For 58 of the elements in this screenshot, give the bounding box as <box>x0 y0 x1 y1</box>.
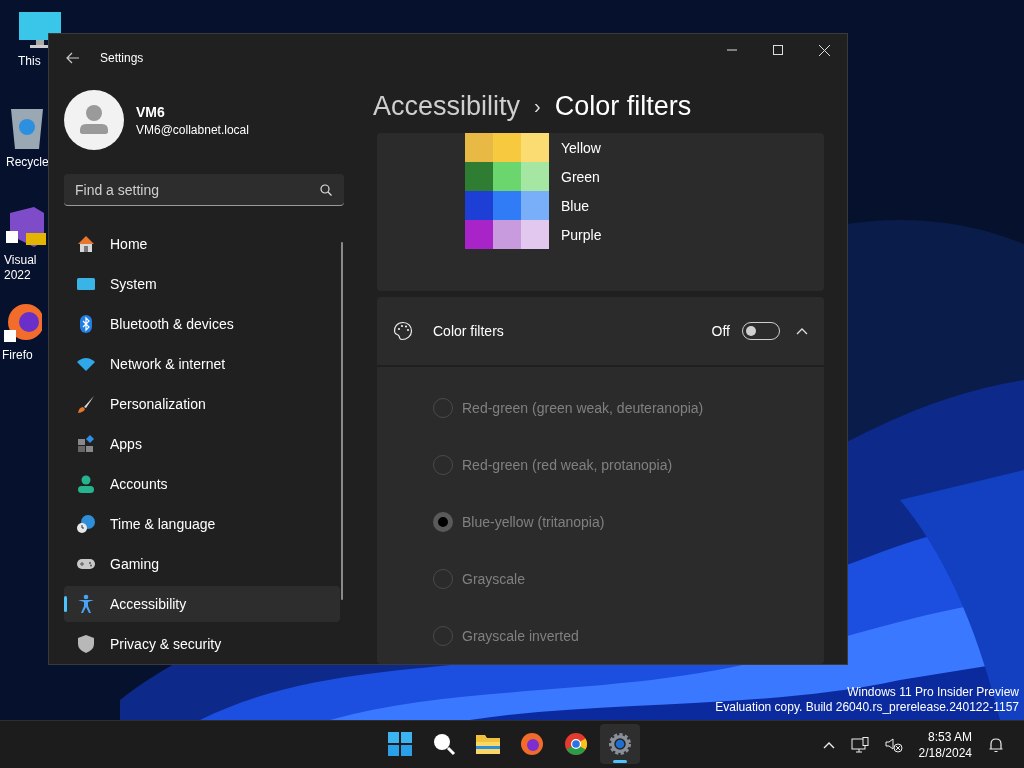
monitor-icon[interactable] <box>18 10 62 50</box>
apps-icon <box>76 434 96 454</box>
desktop-icon-label[interactable]: Firefo <box>2 348 33 363</box>
sidebar-item[interactable]: Personalization <box>64 386 340 422</box>
swatch-label: Yellow <box>561 139 601 156</box>
desktop-icon-label[interactable]: This <box>18 54 41 69</box>
caret-up-icon[interactable] <box>822 740 835 749</box>
expander-header[interactable]: Color filters Off <box>377 297 824 365</box>
folder-icon <box>475 733 501 755</box>
house-icon <box>76 234 96 254</box>
toggle-state-label: Off <box>711 323 730 339</box>
sidebar-item[interactable]: Bluetooth & devices <box>64 306 340 342</box>
gear-icon <box>608 732 632 756</box>
back-arrow-icon[interactable] <box>66 52 80 64</box>
sidebar-item[interactable]: Privacy & security <box>64 626 340 662</box>
search-icon <box>432 732 456 756</box>
clock-date[interactable]: 2/18/2024 <box>918 744 972 761</box>
window-title: Settings <box>100 51 144 65</box>
desktop-icon-label[interactable]: Recycle <box>6 155 49 170</box>
person-icon <box>76 474 96 494</box>
user-name: VM6 <box>136 103 166 120</box>
network-icon[interactable] <box>850 736 869 753</box>
avatar-icon[interactable] <box>64 90 124 150</box>
breadcrumb-separator: › <box>534 94 541 118</box>
windows-logo-icon <box>388 732 412 756</box>
breadcrumb-link[interactable]: Accessibility <box>373 90 521 122</box>
visual-studio-icon[interactable] <box>4 205 48 249</box>
clock-time[interactable]: 8:53 AM <box>927 728 972 745</box>
desktop-icon-label[interactable]: Visual 2022 <box>4 253 37 283</box>
sidebar-item[interactable]: Accessibility <box>64 586 340 622</box>
user-email: VM6@collabnet.local <box>136 122 249 137</box>
swatch-label: Blue <box>561 197 590 214</box>
page-title: Color filters <box>554 90 692 122</box>
watermark-text: Windows 11 Pro Insider Preview <box>847 685 1019 700</box>
sidebar-item[interactable]: Time & language <box>64 506 340 542</box>
search-field[interactable]: Find a setting <box>64 174 344 206</box>
swatch-label: Green <box>561 168 600 185</box>
swatch-label: Purple <box>561 226 602 243</box>
sidebar-item[interactable]: Apps <box>64 426 340 462</box>
bell-icon[interactable] <box>988 736 1004 753</box>
search-icon[interactable] <box>320 184 332 196</box>
sidebar-item[interactable]: Accounts <box>64 466 340 502</box>
speaker-muted-icon[interactable] <box>884 736 903 753</box>
sidebar-item[interactable]: Network & internet <box>64 346 340 382</box>
globe-clock-icon <box>76 514 96 534</box>
taskbar-app[interactable] <box>600 724 640 764</box>
chrome-icon <box>564 732 588 756</box>
chevron-icon[interactable] <box>796 327 808 335</box>
close-icon[interactable] <box>818 44 830 56</box>
shield-icon <box>76 634 96 654</box>
sidebar-item[interactable]: System <box>64 266 340 302</box>
watermark-text: Evaluation copy. Build 26040.rs_prerelease.240122-1157 <box>715 700 1019 715</box>
sidebar-item[interactable]: Home <box>64 226 340 262</box>
firefox-icon <box>520 732 544 756</box>
setting-label: Color filters <box>433 323 504 339</box>
palette-icon <box>393 321 413 341</box>
maximize-icon[interactable] <box>773 45 783 55</box>
sidebar-item[interactable]: Gaming <box>64 546 340 582</box>
